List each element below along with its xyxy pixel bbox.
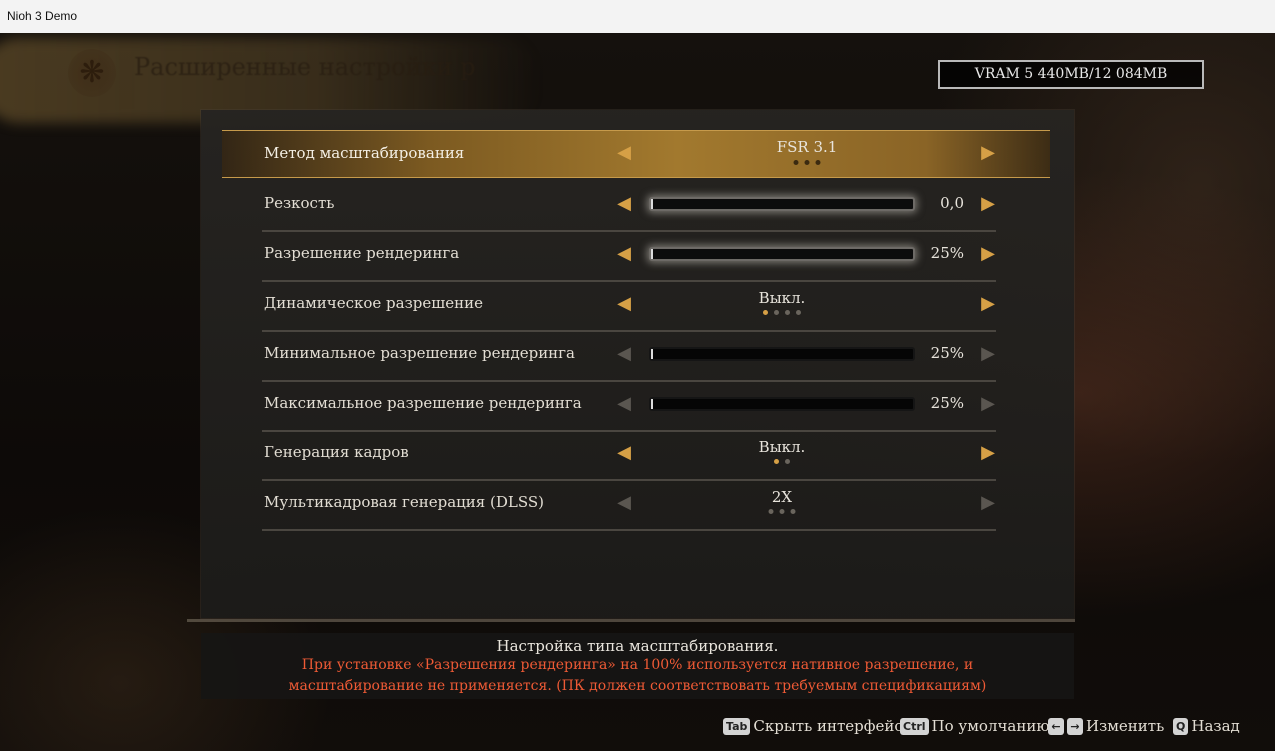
- setting-row: Минимальное разрешение рендеринга ◀ ▶ 25%: [262, 330, 996, 382]
- chevron-right-icon[interactable]: ▶: [980, 143, 996, 163]
- option-dot: [785, 459, 790, 464]
- header-emblem-icon: ❋: [68, 49, 116, 97]
- chevron-right-icon: ▶: [981, 393, 995, 414]
- setting-label: Мультикадровая генерация (DLSS): [264, 493, 544, 511]
- option-dot: [763, 310, 768, 315]
- setting-row[interactable]: Динамическое разрешение ◀ ▶ Выкл.: [262, 280, 996, 332]
- setting-value: 25%: [930, 344, 964, 362]
- chevron-left-icon[interactable]: ◀: [616, 443, 632, 463]
- option-dot: [793, 160, 799, 165]
- setting-slider: [649, 347, 915, 361]
- setting-row: Мультикадровая генерация (DLSS) ◀ ▶ 2X: [262, 479, 996, 531]
- slider-fill: [651, 399, 653, 409]
- game-viewport: ❋ Расширенные настройки р VRAM 5 440MB/1…: [0, 33, 1275, 751]
- setting-slider: [649, 397, 915, 411]
- option-dot: [815, 160, 821, 165]
- setting-value: 2X: [771, 488, 793, 506]
- chevron-left-icon: ◀: [617, 492, 631, 513]
- chevron-right-icon: ▶: [981, 492, 995, 513]
- setting-row[interactable]: Резкость ◀ ▶ 0,0: [262, 180, 996, 232]
- chevron-right-icon[interactable]: ▶: [980, 194, 996, 214]
- setting-label: Метод масштабирования: [264, 144, 465, 162]
- footer-default[interactable]: Ctrl По умолчанию: [900, 716, 1049, 736]
- option-dots: [793, 160, 821, 165]
- option-dot: [774, 310, 779, 315]
- setting-value: Выкл.: [758, 289, 806, 307]
- footer-default-label: По умолчанию: [931, 717, 1050, 735]
- option-dot: [796, 310, 801, 315]
- chevron-left-icon[interactable]: ◀: [616, 244, 632, 264]
- setting-value: 25%: [930, 394, 964, 412]
- chevron-left-icon: ◀: [617, 343, 631, 364]
- help-warning-line1: При установке «Разрешения рендеринга» на…: [301, 657, 974, 673]
- slider-fill: [651, 349, 653, 359]
- setting-label: Динамическое разрешение: [264, 294, 483, 312]
- setting-label: Максимальное разрешение рендеринга: [264, 394, 582, 412]
- setting-value: 25%: [930, 244, 964, 262]
- right-key-icon: →: [1067, 717, 1083, 735]
- page-title: Расширенные настройки р: [134, 53, 476, 81]
- ctrl-key-icon: Ctrl: [900, 717, 929, 735]
- setting-value: FSR 3.1: [776, 138, 838, 156]
- option-dot: [774, 459, 779, 464]
- option-dot: [768, 509, 774, 514]
- setting-label: Минимальное разрешение рендеринга: [264, 344, 575, 362]
- option-dot: [804, 160, 810, 165]
- chevron-left-icon[interactable]: ◀: [616, 294, 632, 314]
- setting-row[interactable]: Генерация кадров ◀ ▶ Выкл.: [262, 429, 996, 481]
- setting-label: Резкость: [264, 194, 335, 212]
- help-description: Настройка типа масштабирования.: [496, 637, 779, 655]
- tab-key-icon: Tab: [723, 717, 751, 735]
- window-titlebar: Nioh 3 Demo: [0, 0, 1275, 34]
- slider-fill: [651, 249, 653, 259]
- q-key-icon: Q: [1173, 717, 1189, 735]
- footer-hide-ui[interactable]: Tab Скрыть интерфейс: [723, 716, 903, 736]
- setting-row: Максимальное разрешение рендеринга ◀ ▶ 25%: [262, 380, 996, 432]
- setting-value: Выкл.: [758, 438, 806, 456]
- left-key-icon: ←: [1048, 717, 1064, 735]
- help-warning-line2: масштабирование не применяется. (ПК долж…: [288, 678, 987, 694]
- slider-fill: [651, 199, 653, 209]
- footer-hide-label: Скрыть интерфейс: [753, 717, 903, 735]
- option-dot: [785, 310, 790, 315]
- setting-slider[interactable]: [649, 247, 915, 261]
- panel-divider: [187, 619, 1075, 622]
- setting-label: Генерация кадров: [264, 443, 409, 461]
- chevron-right-icon[interactable]: ▶: [980, 443, 996, 463]
- footer-back-label: Назад: [1191, 717, 1240, 735]
- option-dots: [774, 459, 790, 464]
- setting-row[interactable]: Разрешение рендеринга ◀ ▶ 25%: [262, 230, 996, 282]
- setting-value: 0,0: [940, 194, 964, 212]
- option-dot: [779, 509, 785, 514]
- chevron-right-icon: ▶: [981, 343, 995, 364]
- footer-change[interactable]: ← → Изменить: [1048, 716, 1164, 736]
- option-dots: [768, 509, 796, 514]
- chevron-left-icon[interactable]: ◀: [616, 143, 632, 163]
- option-dot: [790, 509, 796, 514]
- vram-indicator: VRAM 5 440MB/12 084MB: [938, 60, 1204, 89]
- footer-change-label: Изменить: [1086, 717, 1165, 735]
- chevron-right-icon[interactable]: ▶: [980, 294, 996, 314]
- footer-back[interactable]: Q Назад: [1173, 716, 1240, 736]
- option-dots: [763, 310, 801, 315]
- chevron-right-icon[interactable]: ▶: [980, 244, 996, 264]
- setting-row[interactable]: Метод масштабирования ◀ ▶ FSR 3.1: [222, 130, 1050, 178]
- setting-slider[interactable]: [649, 197, 915, 211]
- help-box: Настройка типа масштабирования. При уста…: [201, 633, 1074, 699]
- setting-label: Разрешение рендеринга: [264, 244, 460, 262]
- window-title: Nioh 3 Demo: [7, 9, 78, 23]
- chevron-left-icon[interactable]: ◀: [616, 194, 632, 214]
- chevron-left-icon: ◀: [617, 393, 631, 414]
